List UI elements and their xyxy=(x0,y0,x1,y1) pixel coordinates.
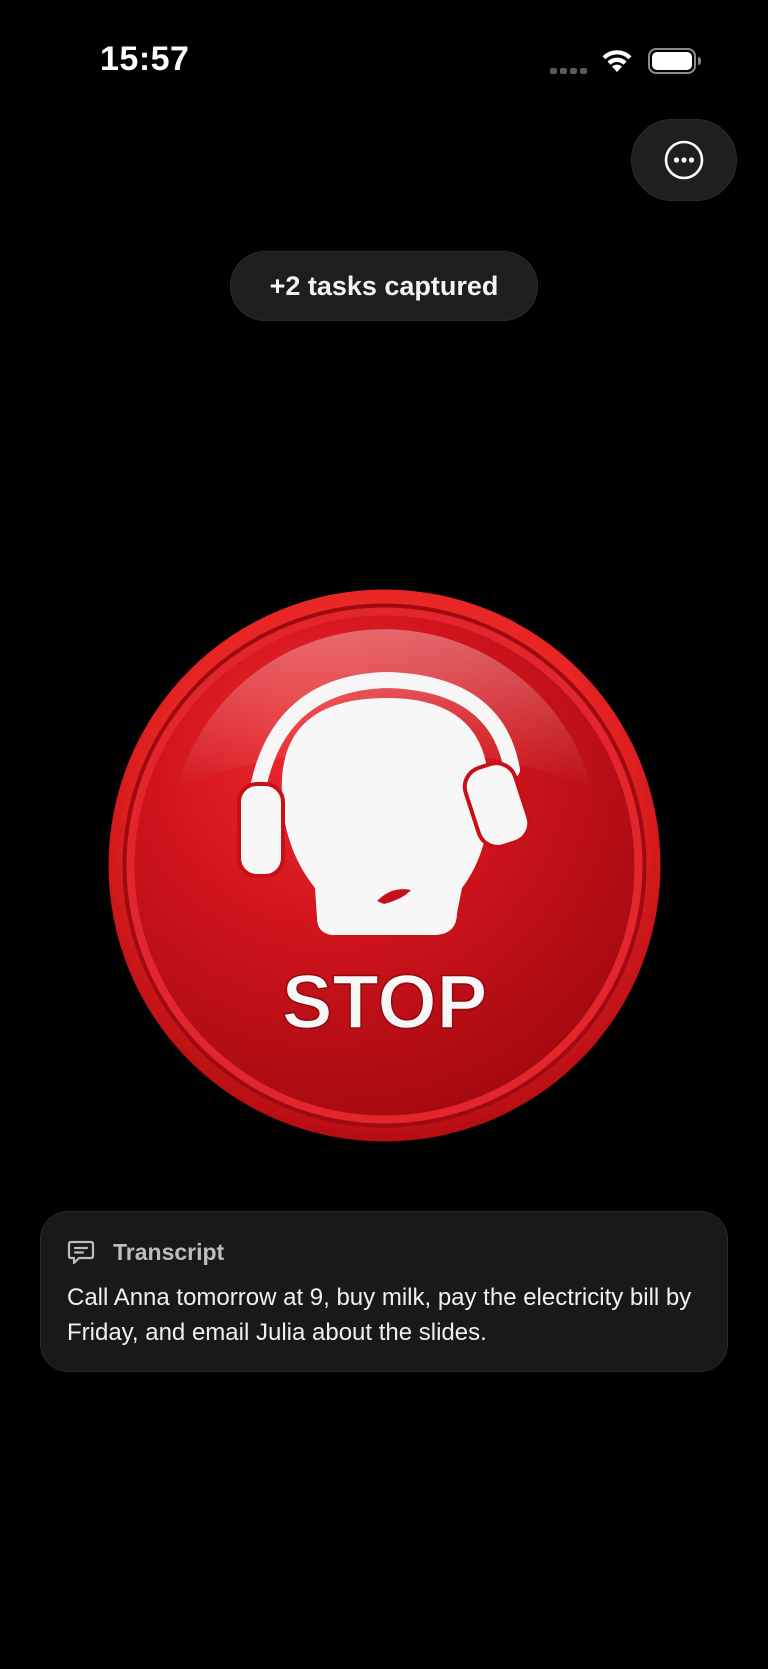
status-bar: 15:57 xyxy=(0,0,768,120)
stop-button-graphic: STOP xyxy=(108,589,661,1142)
wifi-icon xyxy=(602,50,632,72)
transcript-title: Transcript xyxy=(113,1238,225,1265)
stop-button-label: STOP xyxy=(282,960,488,1045)
status-time: 15:57 xyxy=(100,40,190,78)
transcript-header: Transcript xyxy=(67,1237,702,1267)
tasks-captured-toast: +2 tasks captured xyxy=(230,251,538,321)
transcript-text: Call Anna tomorrow at 9, buy milk, pay t… xyxy=(67,1284,692,1346)
chat-bubble-icon xyxy=(67,1240,95,1265)
ellipsis-circle-icon xyxy=(664,140,704,180)
battery-icon xyxy=(648,48,701,74)
cellular-signal-icon xyxy=(550,68,587,74)
stop-recording-button[interactable]: STOP xyxy=(107,588,662,1143)
more-options-button[interactable] xyxy=(631,119,737,201)
transcript-card: Transcript Call Anna tomorrow at 9, buy … xyxy=(40,1211,728,1372)
